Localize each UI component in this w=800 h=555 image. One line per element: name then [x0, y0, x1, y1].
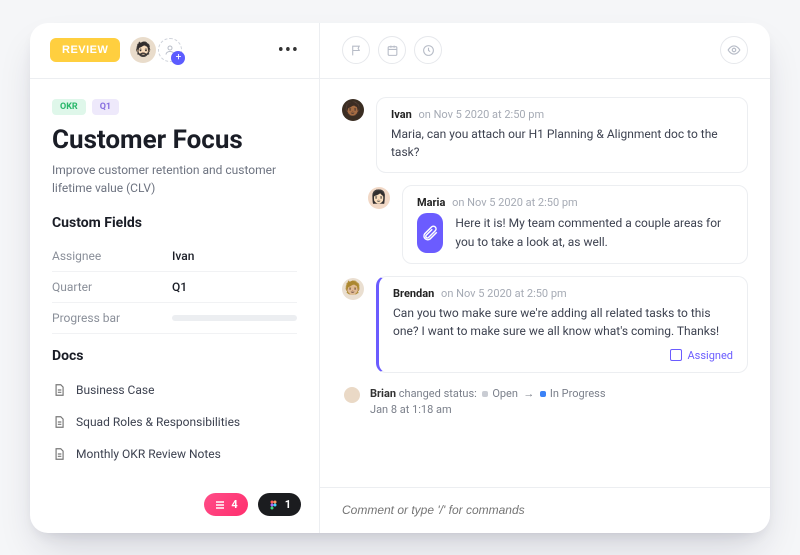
- comment-timestamp: on Nov 5 2020 at 2:50 pm: [419, 108, 545, 121]
- subtasks-pill[interactable]: 4: [204, 493, 247, 516]
- comment-text: Can you two make sure we're adding all r…: [393, 304, 733, 341]
- tag-q1[interactable]: Q1: [92, 99, 119, 115]
- custom-field-label: Progress bar: [52, 311, 172, 325]
- comment-author: Maria: [417, 196, 445, 209]
- comment-avatar[interactable]: 👩🏻: [368, 187, 390, 209]
- document-icon: [52, 383, 66, 397]
- assigned-toggle[interactable]: Assigned: [393, 349, 733, 362]
- doc-item[interactable]: Squad Roles & Responsibilities: [52, 406, 297, 438]
- comment: 🧑🏾 Ivan on Nov 5 2020 at 2:50 pm Maria, …: [342, 97, 748, 173]
- task-title[interactable]: Customer Focus: [52, 125, 297, 155]
- clock-icon: [422, 44, 435, 57]
- comment-input[interactable]: [342, 503, 748, 517]
- assigned-label: Assigned: [688, 349, 734, 362]
- flag-button[interactable]: [342, 36, 370, 64]
- progress-bar: [172, 315, 297, 321]
- doc-title: Monthly OKR Review Notes: [76, 447, 221, 461]
- status-from-dot: [482, 391, 488, 397]
- custom-field-value: Ivan: [172, 249, 194, 263]
- comment: 🧑🏼 Brendan on Nov 5 2020 at 2:50 pm Can …: [342, 276, 748, 373]
- date-button[interactable]: [378, 36, 406, 64]
- list-icon: [214, 499, 226, 511]
- custom-field-label: Quarter: [52, 280, 172, 294]
- left-footer: 4 1: [30, 485, 319, 533]
- comment-text: Maria, can you attach our H1 Planning & …: [391, 125, 733, 162]
- comment-timestamp: on Nov 5 2020 at 2:50 pm: [452, 196, 578, 209]
- left-pane: REVIEW 🧔🏻 + ••• OKR Q1 Customer Focus Im…: [30, 23, 320, 533]
- comment-avatar[interactable]: 🧑🏼: [342, 278, 364, 300]
- figma-icon: [268, 499, 280, 511]
- comment-bubble[interactable]: Ivan on Nov 5 2020 at 2:50 pm Maria, can…: [376, 97, 748, 173]
- comment-timestamp: on Nov 5 2020 at 2:50 pm: [441, 287, 567, 300]
- subtasks-count: 4: [231, 498, 237, 511]
- doc-item[interactable]: Business Case: [52, 374, 297, 406]
- flag-icon: [350, 44, 363, 57]
- left-header: REVIEW 🧔🏻 + •••: [30, 23, 319, 79]
- add-assignee-button[interactable]: +: [158, 38, 182, 62]
- doc-title: Squad Roles & Responsibilities: [76, 415, 240, 429]
- checkbox-icon: [670, 349, 682, 361]
- doc-item[interactable]: Monthly OKR Review Notes: [52, 438, 297, 470]
- task-card: REVIEW 🧔🏻 + ••• OKR Q1 Customer Focus Im…: [30, 23, 770, 533]
- docs-heading: Docs: [52, 348, 297, 364]
- custom-fields-heading: Custom Fields: [52, 215, 297, 231]
- status-to: In Progress: [550, 387, 606, 400]
- document-icon: [52, 415, 66, 429]
- attachment-button[interactable]: [417, 213, 443, 253]
- custom-field-value: Q1: [172, 280, 187, 294]
- task-description[interactable]: Improve customer retention and customer …: [52, 161, 297, 197]
- right-pane: 🧑🏾 Ivan on Nov 5 2020 at 2:50 pm Maria, …: [320, 23, 770, 533]
- custom-field-label: Assignee: [52, 249, 172, 263]
- comment: 👩🏻 Maria on Nov 5 2020 at 2:50 pm Here i…: [342, 185, 748, 264]
- status-actor-avatar[interactable]: [344, 387, 360, 403]
- assignee-avatar[interactable]: 🧔🏻: [130, 37, 156, 63]
- compose-bar[interactable]: [320, 487, 770, 533]
- comment-bubble[interactable]: Brendan on Nov 5 2020 at 2:50 pm Can you…: [376, 276, 748, 373]
- review-status-button[interactable]: REVIEW: [50, 38, 120, 62]
- eye-icon: [727, 43, 741, 57]
- comment-author: Brendan: [393, 287, 434, 300]
- status-change-event: Brian changed status: Open → In Progress…: [342, 387, 748, 416]
- status-verb: changed status:: [399, 387, 477, 400]
- task-details: OKR Q1 Customer Focus Improve customer r…: [30, 79, 319, 485]
- docs-list: Business Case Squad Roles & Responsibili…: [52, 374, 297, 470]
- status-to-dot: [540, 391, 546, 397]
- figma-pill[interactable]: 1: [258, 493, 301, 516]
- comment-avatar[interactable]: 🧑🏾: [342, 99, 364, 121]
- custom-field-row[interactable]: Progress bar: [52, 303, 297, 334]
- paperclip-icon: [421, 224, 439, 242]
- time-button[interactable]: [414, 36, 442, 64]
- doc-title: Business Case: [76, 383, 154, 397]
- right-header: [320, 23, 770, 79]
- tag-okr[interactable]: OKR: [52, 99, 86, 115]
- status-timestamp: Jan 8 at 1:18 am: [370, 403, 606, 416]
- calendar-icon: [386, 44, 399, 57]
- figma-count: 1: [285, 498, 291, 511]
- plus-icon: +: [171, 51, 185, 65]
- custom-field-row[interactable]: Quarter Q1: [52, 272, 297, 303]
- comment-thread: 🧑🏾 Ivan on Nov 5 2020 at 2:50 pm Maria, …: [320, 79, 770, 487]
- custom-field-row[interactable]: Assignee Ivan: [52, 241, 297, 272]
- comment-author: Ivan: [391, 108, 412, 121]
- more-menu-button[interactable]: •••: [278, 40, 299, 61]
- comment-text: Here it is! My team commented a couple a…: [455, 214, 733, 251]
- watch-button[interactable]: [720, 36, 748, 64]
- status-actor: Brian: [370, 387, 396, 400]
- tag-row: OKR Q1: [52, 99, 297, 115]
- document-icon: [52, 447, 66, 461]
- comment-bubble[interactable]: Maria on Nov 5 2020 at 2:50 pm Here it i…: [402, 185, 748, 264]
- status-from: Open: [492, 387, 518, 400]
